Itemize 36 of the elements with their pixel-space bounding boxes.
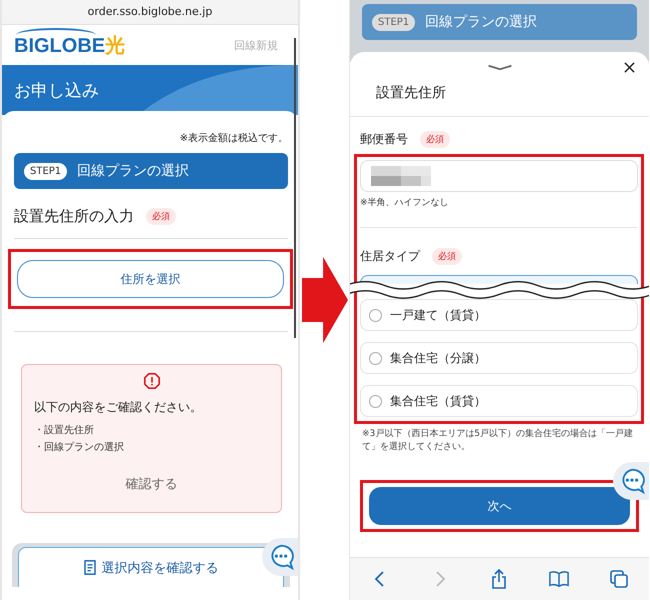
scrollbar[interactable] xyxy=(294,38,296,338)
radio-option[interactable]: 一戸建て（賃貸） xyxy=(360,299,638,331)
warning-icon xyxy=(144,373,160,389)
sheet-title: 設置先住所 xyxy=(375,84,447,103)
next-button[interactable]: 次へ xyxy=(369,487,630,525)
tabs-icon[interactable] xyxy=(609,569,630,589)
close-icon[interactable] xyxy=(624,62,635,73)
document-icon xyxy=(84,560,96,575)
step-title: 回線プランの選択 xyxy=(425,13,538,31)
bookmarks-icon[interactable] xyxy=(549,569,570,589)
required-badge: 必須 xyxy=(432,248,462,265)
radio-option[interactable]: 集合住宅（分譲） xyxy=(360,342,638,374)
select-address-button[interactable]: 住所を選択 xyxy=(17,260,284,298)
step-badge: STEP1 xyxy=(372,14,416,30)
field-hint: ※半角、ハイフンなし xyxy=(360,196,450,209)
alert-list-item: ・設置先住所 xyxy=(34,424,95,438)
alert-list-item: ・回線プランの選択 xyxy=(34,440,125,455)
radio-option[interactable]: 集合住宅（賃貸） xyxy=(360,385,638,417)
field-label: 郵便番号 xyxy=(360,131,408,148)
address-bar[interactable]: order.sso.biglobe.ne.jp xyxy=(2,0,298,25)
step-badge: STEP1 xyxy=(24,162,68,180)
right-arrow-icon xyxy=(302,256,348,344)
page-title: お申し込み xyxy=(14,80,99,102)
header-label: 回線新規 xyxy=(234,38,278,52)
alert-title: 以下の内容をご確認ください。 xyxy=(34,399,203,416)
postal-code-field[interactable] xyxy=(360,160,638,192)
collapse-chevron-icon[interactable] xyxy=(486,64,514,70)
chat-button[interactable] xyxy=(613,462,649,500)
tax-note: ※表示金額は税込です。 xyxy=(178,132,288,145)
blurred-value-drawing xyxy=(371,166,431,186)
confirm-link[interactable]: 確認する xyxy=(120,474,184,494)
field-label: 住居タイプ xyxy=(360,248,420,265)
required-badge: 必須 xyxy=(420,131,450,148)
section-heading: 設置先住所の入力 xyxy=(14,207,134,226)
step-title: 回線プランの選択 xyxy=(77,162,190,180)
required-badge: 必須 xyxy=(146,208,176,225)
